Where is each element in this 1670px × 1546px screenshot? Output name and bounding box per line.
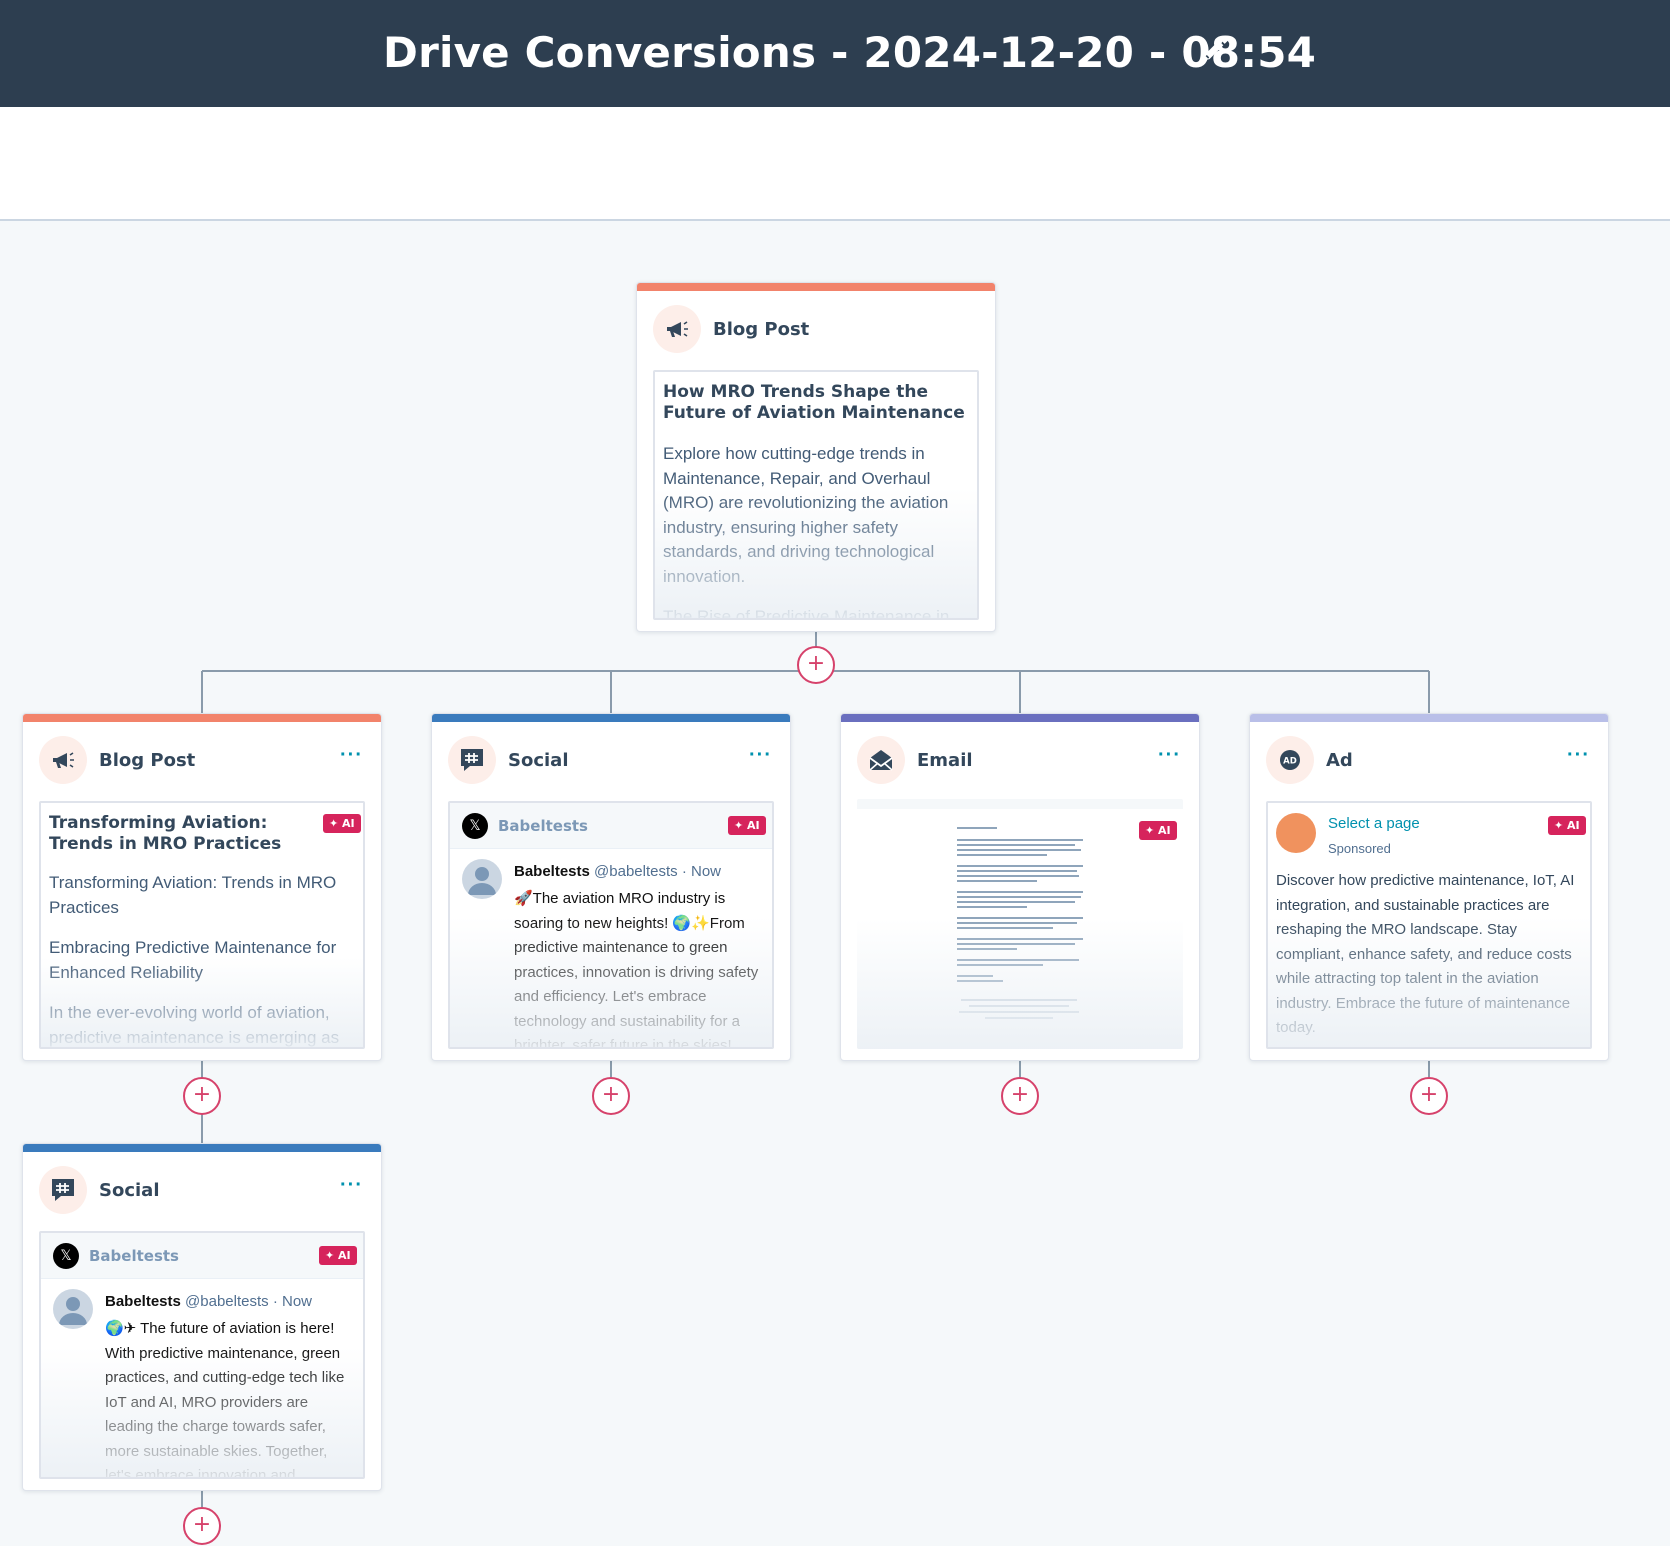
ad-card[interactable]: AD Ad ··· Select a page Sponsored ✦ AI D… [1249, 713, 1609, 1061]
post-header: Babeltests @babeltests · Now [105, 1293, 313, 1310]
post-text: 🚀The aviation MRO industry is soaring to… [514, 890, 759, 1049]
email-preview[interactable]: ✦ AI [857, 799, 1183, 1049]
more-dots-icon[interactable]: ··· [749, 744, 772, 767]
megaphone-icon [653, 305, 701, 353]
add-step-button[interactable]: + [797, 646, 835, 684]
pencil-icon[interactable] [1198, 34, 1230, 66]
add-step-button[interactable]: + [183, 1077, 221, 1115]
ai-badge: ✦ AI [323, 814, 361, 833]
ai-badge: ✦ AI [1548, 816, 1586, 835]
blog-post-card[interactable]: Blog Post ··· Transforming Aviation: Tre… [22, 713, 382, 1061]
card-color-bar [841, 714, 1199, 722]
post-time: Now [282, 1293, 313, 1310]
add-step-button[interactable]: + [1410, 1077, 1448, 1115]
megaphone-icon [39, 736, 87, 784]
app-header: Drive Conversions - 2024-12-20 - 08:54 [0, 0, 1670, 107]
blog-cutoff-text: The Rise of Predictive Maintenance in [663, 607, 950, 620]
social-post-preview[interactable]: 𝕏 Babeltests ✦ AI Babeltests @babeltests… [448, 801, 774, 1049]
add-step-button[interactable]: + [183, 1507, 221, 1545]
social-account-name: Babeltests [498, 817, 588, 835]
user-avatar-icon [462, 859, 502, 899]
add-step-button[interactable]: + [1001, 1077, 1039, 1115]
add-step-button[interactable]: + [592, 1077, 630, 1115]
blog-summary: Explore how cutting-edge trends in Maint… [663, 444, 949, 586]
envelope-open-icon [857, 736, 905, 784]
card-color-bar [23, 714, 381, 722]
ad-body-text: Discover how predictive maintenance, IoT… [1276, 872, 1575, 1036]
card-color-bar [637, 283, 995, 291]
x-logo-icon: 𝕏 [53, 1243, 79, 1269]
more-dots-icon[interactable]: ··· [1158, 744, 1181, 767]
campaign-title[interactable]: Drive Conversions - 2024-12-20 - 08:54 [383, 28, 1316, 77]
post-header: Babeltests @babeltests · Now [514, 863, 722, 880]
blog-preview[interactable]: How MRO Trends Shape the Future of Aviat… [653, 370, 979, 620]
email-page [857, 809, 1183, 1049]
sponsored-label: Sponsored [1328, 841, 1391, 856]
social-post-preview[interactable]: 𝕏 Babeltests ✦ AI Babeltests @babeltests… [39, 1231, 365, 1479]
blog-preview[interactable]: Transforming Aviation: Trends in MRO Pra… [39, 801, 365, 1049]
root-blog-post-card[interactable]: Blog Post How MRO Trends Shape the Futur… [636, 282, 996, 632]
post-author: Babeltests [105, 1293, 181, 1310]
email-document [857, 799, 1183, 1049]
x-logo-icon: 𝕏 [462, 813, 488, 839]
social-account-name: Babeltests [89, 1247, 179, 1265]
card-color-bar [1250, 714, 1608, 722]
card-color-bar [23, 1144, 381, 1152]
blog-heading: Transforming Aviation: Trends in MRO Pra… [49, 813, 282, 854]
more-dots-icon[interactable]: ··· [1567, 744, 1590, 767]
ai-badge: ✦ AI [728, 816, 766, 835]
blog-section-heading: Embracing Predictive Maintenance for Enh… [49, 938, 337, 982]
ai-badge: ✦ AI [319, 1246, 357, 1265]
blog-intro: In the ever-evolving world of aviation, … [49, 1003, 340, 1047]
select-page-link[interactable]: Select a page [1328, 815, 1420, 832]
post-time: Now [691, 863, 722, 880]
card-type-label: Social [508, 750, 569, 771]
card-type-label: Blog Post [99, 750, 196, 771]
post-handle: @babeltests [594, 863, 678, 880]
user-avatar-icon [53, 1289, 93, 1329]
ad-preview[interactable]: Select a page Sponsored ✦ AI Discover ho… [1266, 801, 1592, 1049]
card-type-label: Email [917, 750, 973, 771]
card-type-label: Blog Post [713, 319, 810, 340]
social-card[interactable]: Social ··· 𝕏 Babeltests ✦ AI Babeltests … [431, 713, 791, 1061]
card-type-label: Social [99, 1180, 160, 1201]
hashtag-chat-icon [39, 1166, 87, 1214]
more-dots-icon[interactable]: ··· [340, 744, 363, 767]
blog-heading: How MRO Trends Shape the Future of Aviat… [663, 382, 965, 423]
email-card[interactable]: Email ··· ✦ AI [840, 713, 1200, 1061]
svg-text:AD: AD [1283, 757, 1297, 767]
post-handle: @babeltests [185, 1293, 269, 1310]
card-color-bar [432, 714, 790, 722]
social-card-2[interactable]: Social ··· 𝕏 Babeltests ✦ AI Babeltests … [22, 1143, 382, 1491]
toolbar-area [0, 107, 1670, 221]
post-author: Babeltests [514, 863, 590, 880]
ad-icon: AD [1266, 736, 1314, 784]
ai-badge: ✦ AI [1139, 821, 1177, 840]
page-avatar [1276, 813, 1316, 853]
card-type-label: Ad [1326, 750, 1353, 771]
more-dots-icon[interactable]: ··· [340, 1174, 363, 1197]
blog-subtitle: Transforming Aviation: Trends in MRO Pra… [49, 873, 337, 917]
post-text: 🌍✈ The future of aviation is here! With … [105, 1320, 345, 1479]
hashtag-chat-icon [448, 736, 496, 784]
